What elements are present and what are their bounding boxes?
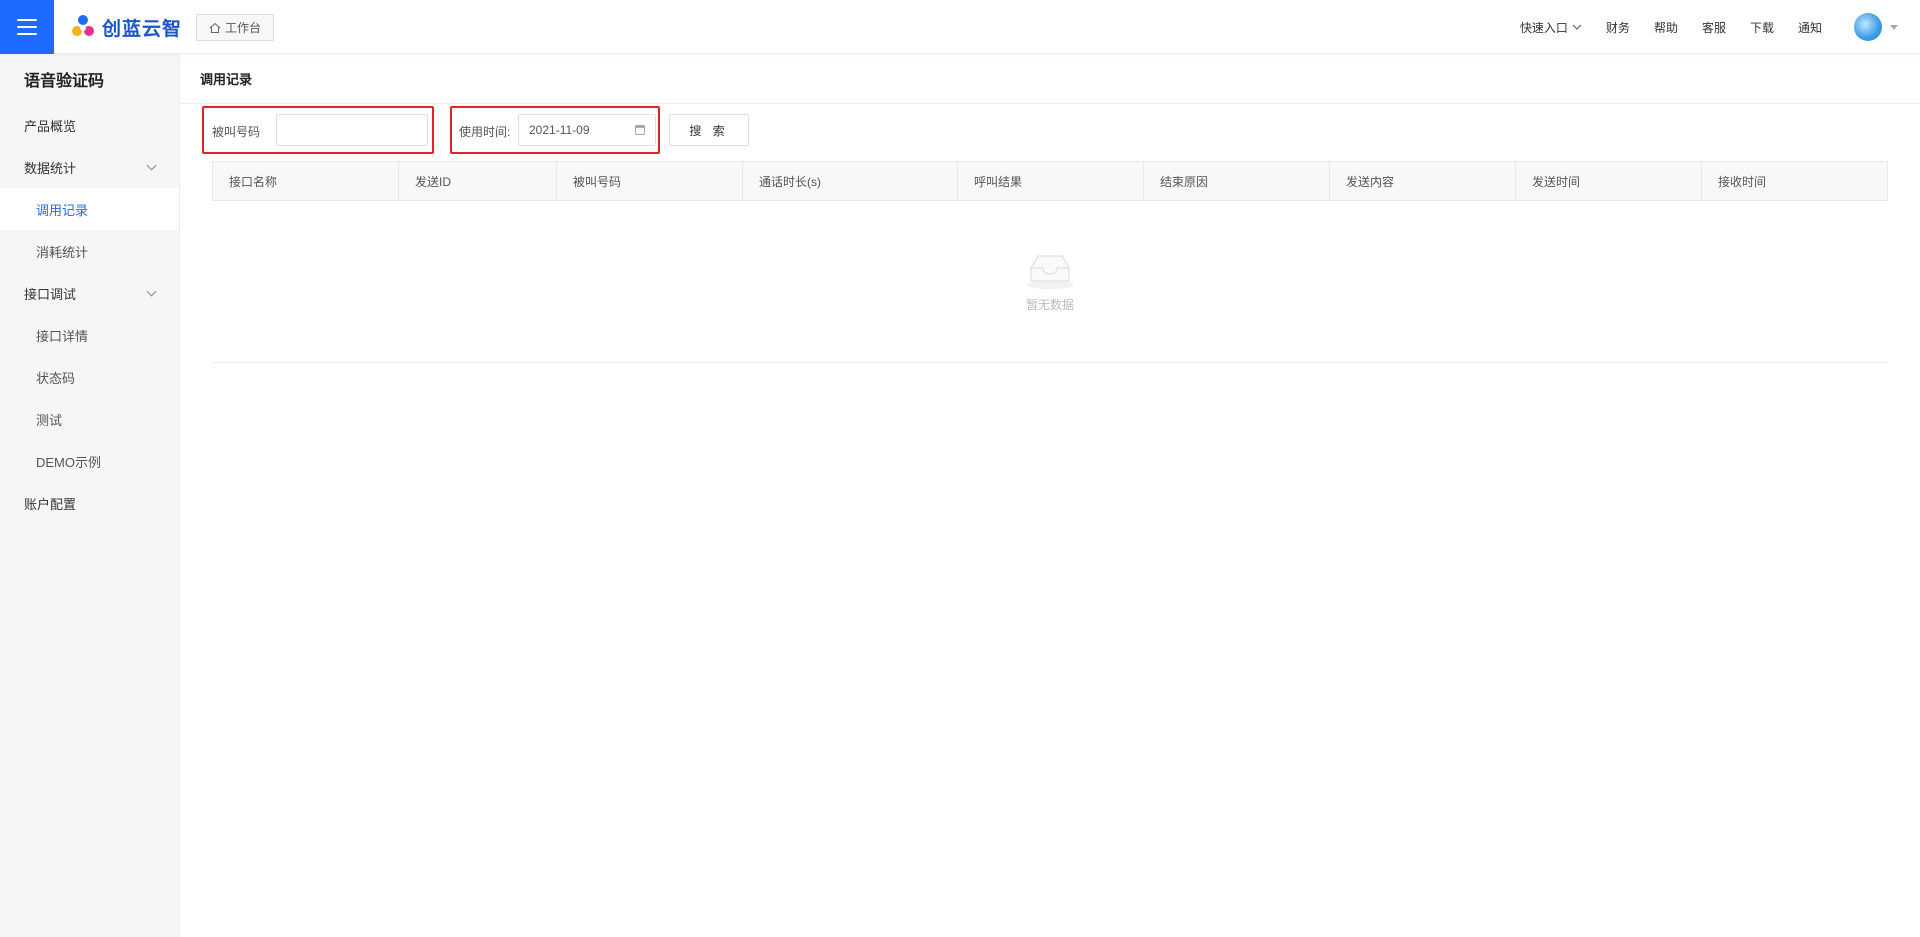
hamburger-menu-button[interactable]	[0, 0, 54, 54]
chevron-down-icon	[1572, 24, 1582, 30]
call-records-table: 接口名称 发送ID 被叫号码 通话时长(s) 呼叫结果 结束原因 发送内容 发送…	[212, 161, 1888, 363]
calendar-icon[interactable]	[635, 125, 645, 135]
called-number-input-wrapper	[276, 114, 428, 146]
column-header-call-result: 呼叫结果	[958, 162, 1144, 200]
chevron-down-icon	[146, 286, 157, 296]
nav-quick-entry[interactable]: 快速入口	[1520, 19, 1582, 36]
menu-line	[17, 26, 37, 28]
sidebar-item-account-config[interactable]: 账户配置	[0, 482, 179, 524]
sidebar-item-api-details[interactable]: 接口详情	[0, 314, 179, 356]
column-header-receive-time: 接收时间	[1718, 174, 1767, 189]
chevron-down-icon	[146, 160, 157, 170]
column-header-send-id: 发送ID	[399, 162, 557, 200]
main-content: 调用记录 被叫号码 使用时间: 2021-11-09 搜 索 接口名称 发送ID…	[180, 54, 1920, 937]
sidebar-item-demo[interactable]: DEMO示例	[0, 440, 179, 482]
nav-quick-entry-label: 快速入口	[1519, 20, 1568, 35]
top-nav: 快速入口 财务 帮助 客服 下载 通知	[1520, 0, 1920, 54]
nav-download[interactable]: 下载	[1750, 19, 1774, 36]
sidebar-item-label: 消耗统计	[36, 244, 89, 260]
sidebar-title: 语音验证码	[24, 73, 105, 90]
sidebar-item-label: DEMO示例	[36, 454, 102, 470]
brand-logo-icon	[72, 15, 94, 36]
use-time-label: 使用时间:	[459, 125, 511, 139]
column-header-send-time: 发送时间	[1516, 162, 1702, 200]
nav-help[interactable]: 帮助	[1654, 19, 1678, 36]
home-icon	[209, 22, 221, 33]
nav-customer-service[interactable]: 客服	[1702, 19, 1726, 36]
empty-state-text: 暂无数据	[1025, 298, 1074, 312]
top-bar: 创蓝云智 工作台 快速入口 财务 帮助 客服 下载 通知	[0, 0, 1920, 54]
brand-logo-text: 创蓝云智	[102, 17, 183, 40]
column-header-send-content: 发送内容	[1330, 162, 1516, 200]
workbench-button[interactable]: 工作台	[196, 14, 275, 41]
column-header-end-reason: 结束原因	[1144, 162, 1330, 200]
nav-notifications[interactable]: 通知	[1798, 19, 1822, 36]
sidebar-item-label: 状态码	[36, 370, 76, 386]
sidebar-item-status-codes[interactable]: 状态码	[0, 356, 179, 398]
sidebar-item-test[interactable]: 测试	[0, 398, 179, 440]
sidebar-item-label: 测试	[36, 412, 63, 428]
sidebar: 语音验证码 产品概览 数据统计 调用记录 消耗统计 接口调试 接口详情 状态码 …	[0, 54, 180, 937]
column-header-api-name: 接口名称	[213, 162, 399, 200]
caret-down-icon[interactable]	[1890, 24, 1898, 30]
use-time-value: 2021-11-09	[529, 123, 590, 137]
sidebar-item-call-records[interactable]: 调用记录	[0, 188, 179, 230]
sidebar-item-label: 接口调试	[24, 286, 77, 302]
column-header-called-number: 被叫号码	[557, 162, 743, 200]
sidebar-item-consumption-statistics[interactable]: 消耗统计	[0, 230, 179, 272]
table-header: 接口名称 发送ID 被叫号码 通话时长(s) 呼叫结果 结束原因 发送内容 发送…	[212, 161, 1888, 201]
use-time-date-picker[interactable]: 2021-11-09	[518, 114, 656, 146]
sidebar-item-label: 调用记录	[36, 202, 89, 218]
menu-line	[17, 19, 37, 21]
column-header-call-duration: 通话时长(s)	[743, 162, 958, 200]
search-button[interactable]: 搜 索	[669, 114, 749, 146]
sidebar-item-label: 数据统计	[24, 160, 77, 176]
workbench-label: 工作台	[225, 21, 262, 35]
called-number-label: 被叫号码	[212, 125, 261, 139]
page-title: 调用记录	[180, 54, 1920, 104]
sidebar-item-label: 接口详情	[36, 328, 89, 344]
sidebar-item-data-statistics[interactable]: 数据统计	[0, 146, 179, 188]
sidebar-item-product-overview[interactable]: 产品概览	[0, 104, 179, 146]
empty-inbox-icon	[1026, 255, 1074, 289]
sidebar-item-label: 产品概览	[24, 118, 77, 134]
menu-line	[17, 33, 37, 35]
called-number-input[interactable]	[287, 115, 427, 145]
nav-finance[interactable]: 财务	[1606, 19, 1630, 36]
sidebar-item-label: 账户配置	[24, 496, 77, 512]
filter-bar: 被叫号码 使用时间: 2021-11-09 搜 索	[180, 104, 1920, 156]
avatar[interactable]	[1854, 13, 1882, 41]
empty-state: 暂无数据	[212, 201, 1888, 363]
brand-logo[interactable]: 创蓝云智	[70, 13, 182, 41]
sidebar-item-api-debug[interactable]: 接口调试	[0, 272, 179, 314]
